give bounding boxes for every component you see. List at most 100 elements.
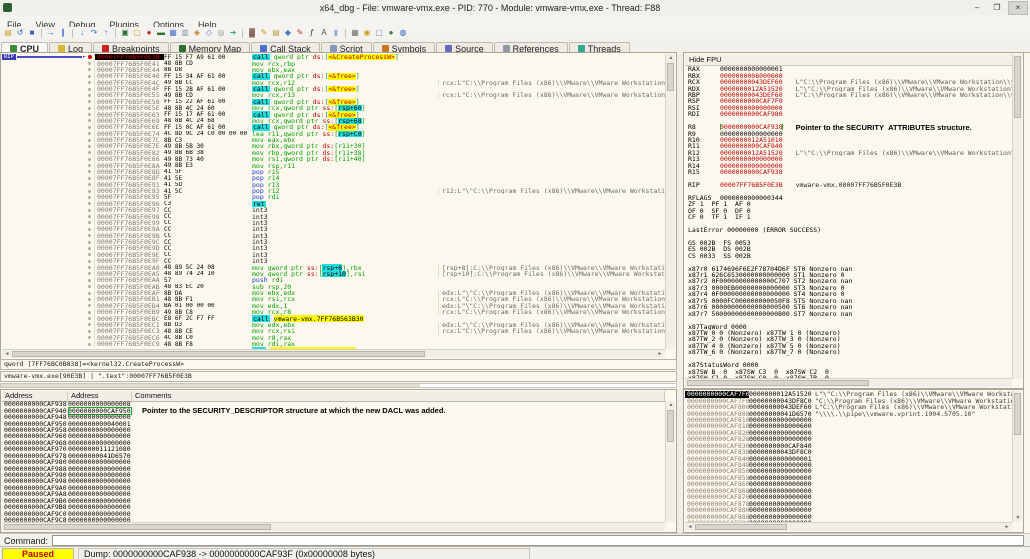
row-dot-icon	[88, 138, 91, 142]
threads-icon[interactable]: ➔	[228, 28, 238, 38]
memory-map-tab-icon	[178, 45, 186, 52]
dump-vertical-scrollbar[interactable]: ▲	[665, 401, 675, 522]
close-button[interactable]: ×	[1008, 0, 1028, 15]
dump-comment: Pointer to the SECURITY_DESCRIPTOR struc…	[142, 406, 446, 416]
rip-arrow	[16, 56, 82, 59]
step-over-icon[interactable]: ↷	[89, 28, 99, 38]
row-dot-icon	[88, 100, 91, 104]
register-name: RDI	[688, 111, 700, 118]
scroll-right-icon[interactable]: ►	[1002, 523, 1012, 531]
eraser-icon[interactable]: ✎	[295, 28, 305, 38]
scroll-up-icon[interactable]: ▲	[666, 401, 676, 409]
row-dot-icon	[88, 74, 91, 78]
memory-map-icon[interactable]: ▬	[156, 28, 166, 38]
command-label: Command:	[4, 535, 49, 546]
row-dot-icon	[88, 240, 91, 244]
dump-header-address2[interactable]: Address	[68, 391, 132, 401]
highlight-icon[interactable]: ▮	[331, 28, 341, 38]
row-dot-icon	[88, 259, 91, 263]
patches-icon[interactable]: ▓	[247, 28, 257, 38]
open-file-icon[interactable]: ▤	[3, 28, 13, 38]
disasm-comment: r12:L"\"C:\\Program Files (x86)\\VMware\…	[438, 187, 665, 195]
disasm-comment: rcx:L"C:\\Program Files (x86)\\VMware\\V…	[438, 328, 665, 335]
dump-header-address1[interactable]: Address	[2, 391, 68, 401]
module-info-line: vmware-vmx.exe[90E3B] | ".text":00007FF7…	[0, 371, 677, 382]
registers-vertical-scrollbar[interactable]	[1012, 54, 1022, 379]
symbols-icon[interactable]: ◈	[192, 28, 202, 38]
scroll-down-icon[interactable]: ▼	[1013, 514, 1023, 522]
register-name: R15	[688, 169, 700, 176]
row-dot-icon	[88, 81, 91, 85]
labels-icon[interactable]: ▤	[271, 28, 281, 38]
bulb-icon[interactable]: ◉	[362, 28, 372, 38]
script-tab-icon	[329, 45, 337, 52]
dump-header-comments[interactable]: Comments	[132, 391, 665, 401]
disasm-address: 00007FF76B5F0EC9	[94, 340, 164, 348]
row-dot-icon	[88, 62, 91, 66]
window-icon[interactable]: ▢	[374, 28, 384, 38]
hide-fpu-button[interactable]: Hide FPU	[685, 54, 1012, 66]
scroll-left-icon[interactable]: ◄	[685, 523, 695, 531]
font-icon[interactable]: A	[319, 28, 329, 38]
scroll-right-icon[interactable]: ►	[655, 350, 665, 358]
fx-icon[interactable]: ƒ	[307, 28, 317, 38]
toolbar-separator	[242, 28, 243, 38]
references-icon[interactable]: ◎	[216, 28, 226, 38]
cpu-tab-icon	[10, 45, 17, 52]
registers-horizontal-scrollbar[interactable]	[685, 378, 1012, 387]
breakpoint-dot-icon[interactable]	[88, 55, 92, 60]
rip-marker: RIP	[2, 54, 16, 61]
comments-icon[interactable]: ✎	[259, 28, 269, 38]
tab-bar: CPU Log Breakpoints Memory Map Call Stack Scr…	[0, 39, 1030, 55]
disassembly-rows: RIP ► 00007FF76B5F0E3B FF 15 F7 A9 61 00 cal…	[2, 54, 665, 349]
stack-panel: 0000000000CAF7F0 0000000012A51520 L"\"C:\\…	[683, 389, 1024, 533]
dump-panel: Address Address Comments 0000000000CAF93…	[0, 389, 677, 533]
disassembly-horizontal-scrollbar[interactable]: ◄ ►	[2, 349, 665, 358]
source-icon[interactable]: ◇	[204, 28, 214, 38]
row-dot-icon	[88, 291, 91, 295]
row-dot-icon	[88, 246, 91, 250]
script-icon[interactable]: ▥	[180, 28, 190, 38]
restart-icon[interactable]: ↺	[15, 28, 25, 38]
disassembly-panel: RIP ► 00007FF76B5F0E3B FF 15 F7 A9 61 00 cal…	[0, 52, 677, 360]
title-bar: x64_dbg - File: vmware-vmx.exe - PID: 77…	[0, 0, 1030, 16]
row-dot-icon	[88, 297, 91, 301]
bookmarks-icon[interactable]: ◆	[283, 28, 293, 38]
dump-horizontal-scrollbar[interactable]	[2, 522, 665, 531]
run-icon[interactable]: →	[46, 28, 56, 38]
disasm-comment: rcx:L"C:\\Program Files (x86)\\VMware\\V…	[438, 79, 665, 86]
disasm-comment: rcx:L"C:\\Program Files (x86)\\VMware\\V…	[438, 92, 665, 99]
rip-arrowhead-icon: ►	[82, 54, 86, 61]
row-dot-icon	[88, 202, 91, 206]
row-dot-icon	[88, 170, 91, 174]
stack-vertical-scrollbar[interactable]: ▼	[1012, 391, 1022, 522]
stop-icon[interactable]: ■	[27, 28, 37, 38]
row-dot-icon	[88, 323, 91, 327]
call-stack-icon[interactable]: ▦	[168, 28, 178, 38]
step-into-icon[interactable]: ↓	[77, 28, 87, 38]
scroll-up-icon[interactable]: ▲	[666, 54, 676, 62]
x64dbg-window: x64_dbg - File: vmware-vmx.exe - PID: 77…	[0, 0, 1030, 559]
row-dot-icon	[88, 227, 91, 231]
breakpoints-icon[interactable]: ●	[144, 28, 154, 38]
register-comment: L"\"C:\\Program Files (x86)\\VMware\\VMw…	[795, 149, 1012, 157]
command-input[interactable]	[52, 535, 1024, 546]
disassembly-vertical-scrollbar[interactable]: ▲	[665, 54, 675, 349]
pause-icon[interactable]: ∥	[58, 28, 68, 38]
disasm-comment: rcx:L"C:\\Program Files (x86)\\VMware\\V…	[438, 309, 665, 316]
log-icon[interactable]: ▢	[132, 28, 142, 38]
row-dot-icon	[88, 342, 91, 346]
row-dot-icon	[88, 106, 91, 110]
disasm-comment: [rsp+10]:C:\\Program Files (x86)\\VMware…	[438, 270, 665, 278]
info-icon[interactable]: ◍	[398, 28, 408, 38]
stack-rows: 0000000000CAF7F0 0000000012A51520 L"\"C:\\…	[685, 391, 1012, 522]
stack-horizontal-scrollbar[interactable]: ◄ ►	[685, 522, 1012, 531]
execute-till-return-icon[interactable]: ↑	[101, 28, 111, 38]
memory-chip-icon[interactable]: ▦	[350, 28, 360, 38]
minimize-button[interactable]: –	[968, 2, 986, 14]
bug-icon[interactable]: ●	[386, 28, 396, 38]
scroll-left-icon[interactable]: ◄	[2, 350, 12, 358]
restore-button[interactable]: ❐	[988, 2, 1006, 14]
dump-rows: 0000000000CAF938 0000000000000008 00000000…	[2, 401, 665, 522]
cpu-icon[interactable]: ▣	[120, 28, 130, 38]
